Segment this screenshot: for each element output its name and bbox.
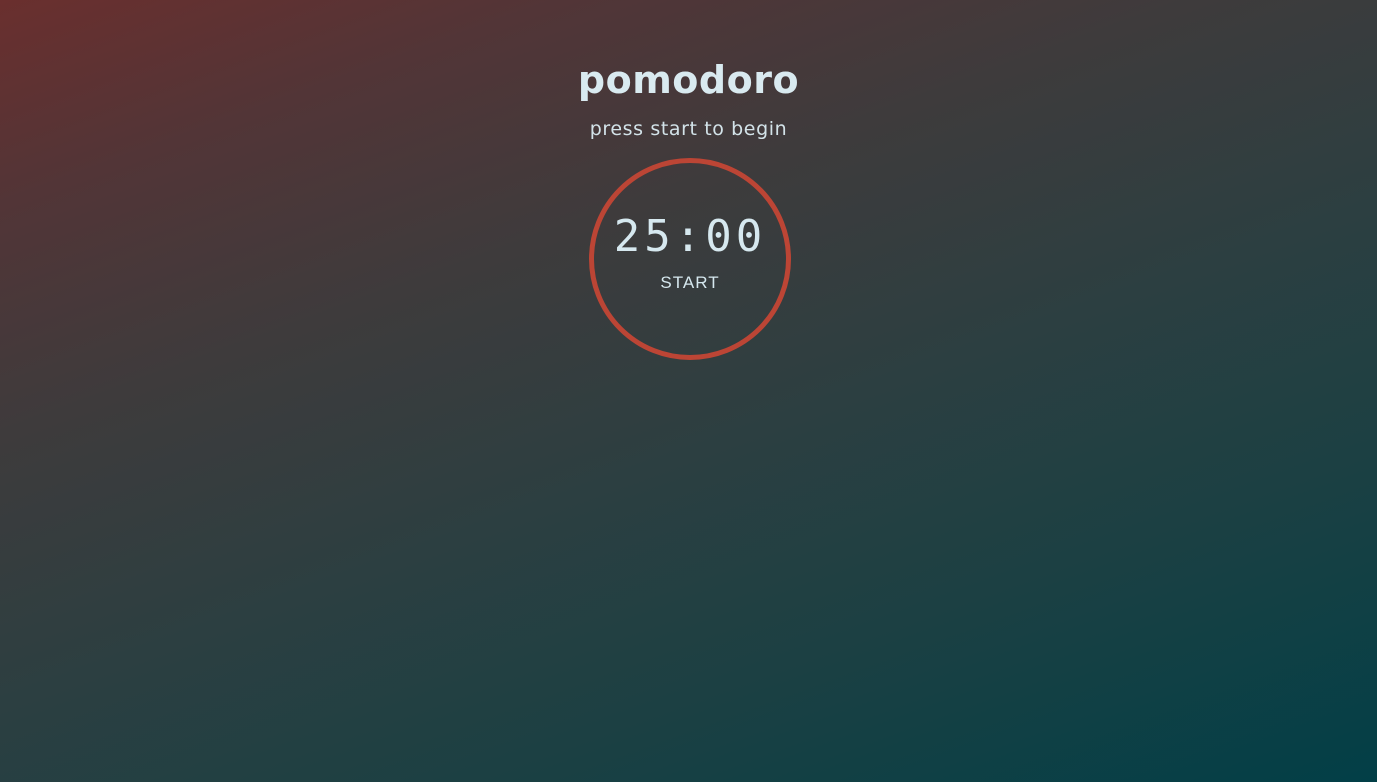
start-label: START [660,273,720,292]
timer-display: 25:00 [613,211,767,262]
app-title: pomodoro [577,58,800,102]
app-root: pomodoro press start to begin 25:00 STAR… [0,0,1377,782]
timer-start-button[interactable]: 25:00 START [589,158,791,360]
app-subtitle: press start to begin [589,118,788,140]
